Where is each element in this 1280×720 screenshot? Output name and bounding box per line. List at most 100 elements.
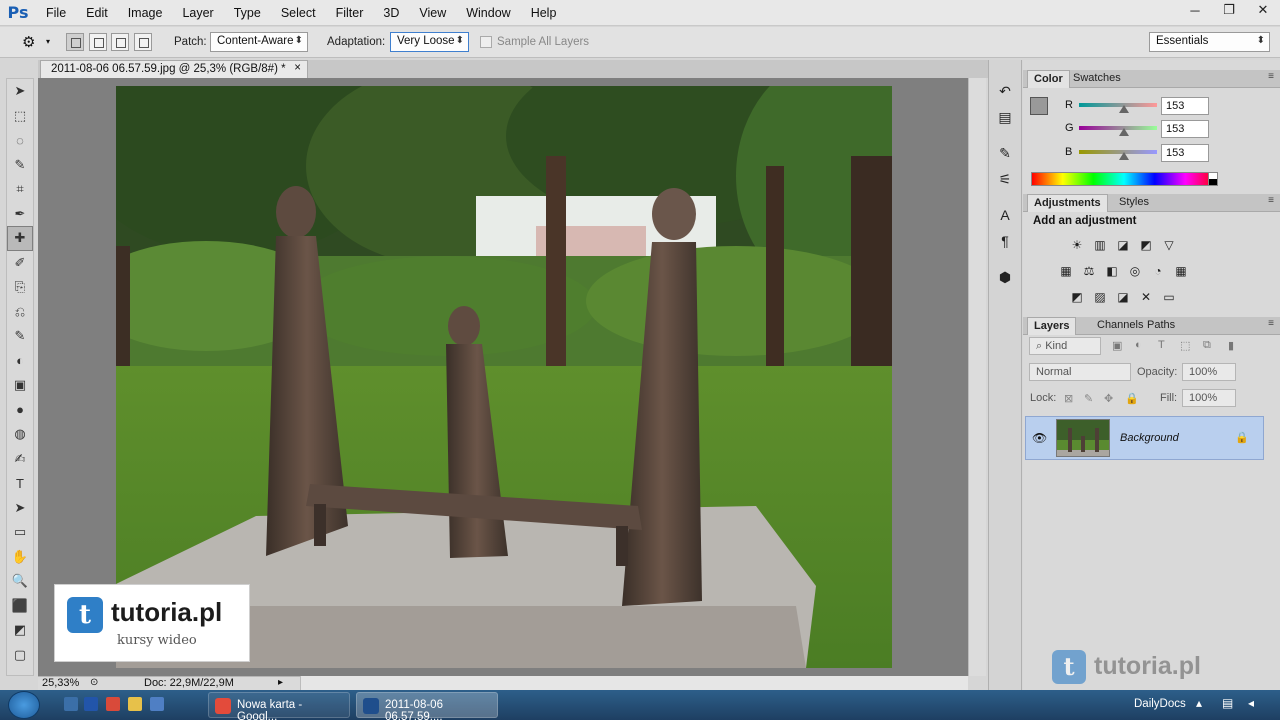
sample-all-layers-checkbox[interactable]: [480, 36, 492, 48]
clone-stamp-tool-icon[interactable]: ⎘: [7, 275, 33, 300]
close-tab-icon[interactable]: ×: [294, 62, 301, 74]
restore-button[interactable]: ❐: [1212, 0, 1246, 20]
zoom-level[interactable]: 25,33%: [42, 677, 79, 689]
menu-window[interactable]: Window: [456, 6, 520, 20]
slider-g-thumb[interactable]: [1119, 128, 1129, 136]
menu-view[interactable]: View: [409, 6, 456, 20]
menu-file[interactable]: File: [36, 6, 76, 20]
brush-panel-icon[interactable]: ✎: [989, 140, 1021, 166]
slider-r[interactable]: [1079, 103, 1157, 107]
filter-type-icon[interactable]: T: [1158, 339, 1165, 351]
slider-b-thumb[interactable]: [1119, 152, 1129, 160]
document-photo[interactable]: [116, 86, 892, 668]
value-b[interactable]: 153: [1161, 144, 1209, 162]
exposure-icon[interactable]: ◩: [1137, 237, 1155, 253]
tab-paths[interactable]: Paths: [1141, 317, 1181, 335]
type-tool-icon[interactable]: T: [7, 471, 33, 496]
filter-shape-icon[interactable]: ⬚: [1180, 339, 1190, 352]
tab-styles[interactable]: Styles: [1113, 194, 1155, 212]
menu-image[interactable]: Image: [118, 6, 173, 20]
menu-type[interactable]: Type: [224, 6, 271, 20]
panel-menu-icon[interactable]: ≡: [1268, 195, 1274, 206]
menu-edit[interactable]: Edit: [76, 6, 118, 20]
brush-presets-panel-icon[interactable]: ⚟: [989, 166, 1021, 192]
menu-filter[interactable]: Filter: [326, 6, 374, 20]
taskbar-chrome[interactable]: Nowa karta - Googl...: [208, 692, 350, 720]
blend-mode-select[interactable]: Normal: [1029, 363, 1131, 381]
filter-toggle-icon[interactable]: ▮: [1228, 339, 1234, 352]
photo-filter-icon[interactable]: ◎: [1126, 263, 1144, 279]
path-selection-tool-icon[interactable]: ➤: [7, 496, 33, 521]
menu-help[interactable]: Help: [521, 6, 567, 20]
pen-tool-icon[interactable]: ✍: [7, 447, 33, 472]
show-desktop-icon[interactable]: [64, 697, 78, 711]
patch-tool-icon[interactable]: ✚: [7, 226, 33, 251]
slider-b[interactable]: [1079, 150, 1157, 154]
quick-mask-icon[interactable]: ◩: [7, 618, 33, 643]
move-tool-icon[interactable]: ➤: [7, 79, 33, 104]
vertical-scrollbar[interactable]: [968, 78, 986, 676]
tray-network-icon[interactable]: ▤: [1222, 696, 1233, 710]
properties-panel-icon[interactable]: ▤: [989, 104, 1021, 130]
minimize-button[interactable]: ─: [1178, 0, 1212, 20]
gradient-tool-icon[interactable]: ◐: [7, 349, 33, 374]
layer-row-background[interactable]: 👁 Background 🔒: [1025, 416, 1264, 460]
close-button[interactable]: ✕: [1246, 0, 1280, 20]
invert-icon[interactable]: ◩: [1068, 289, 1086, 305]
posterize-icon[interactable]: ▨: [1091, 289, 1109, 305]
selective-color-icon[interactable]: ✕: [1137, 289, 1155, 305]
lock-position-icon[interactable]: ✥: [1104, 392, 1113, 405]
menu-layer[interactable]: Layer: [172, 6, 223, 20]
zoom-tool-icon[interactable]: 🔍: [7, 569, 33, 594]
ie-quicklaunch-icon[interactable]: [150, 697, 164, 711]
patch-mode-select[interactable]: Content-Aware: [210, 32, 308, 52]
paragraph-panel-icon[interactable]: ¶: [989, 228, 1021, 254]
curves-icon[interactable]: ◪: [1114, 237, 1132, 253]
value-r[interactable]: 153: [1161, 97, 1209, 115]
levels-icon[interactable]: ▥: [1091, 237, 1109, 253]
crop-tool-icon[interactable]: ⌗: [7, 177, 33, 202]
black-white-swatch[interactable]: [1208, 172, 1218, 186]
visibility-eye-icon[interactable]: 👁: [1032, 431, 1047, 445]
photoshop-quicklaunch-icon[interactable]: [84, 697, 98, 711]
screen-mode-icon[interactable]: ▢: [7, 643, 33, 668]
history-brush-tool-icon[interactable]: ⎌: [7, 300, 33, 325]
foreground-background-color-icon[interactable]: ⬛: [7, 594, 33, 619]
panel-menu-icon[interactable]: ≡: [1268, 71, 1274, 82]
quick-selection-tool-icon[interactable]: ✎: [7, 153, 33, 178]
menu-select[interactable]: Select: [271, 6, 326, 20]
document-tab[interactable]: 2011-08-06 06.57.59.jpg @ 25,3% (RGB/8#)…: [40, 60, 308, 78]
tab-swatches[interactable]: Swatches: [1067, 70, 1127, 88]
brush-tool-icon[interactable]: ✐: [7, 251, 33, 276]
slider-r-thumb[interactable]: [1119, 105, 1129, 113]
slider-g[interactable]: [1079, 126, 1157, 130]
adaptation-select[interactable]: Very Loose: [390, 32, 469, 52]
channel-mixer-icon[interactable]: ◔: [1149, 263, 1167, 279]
tab-color[interactable]: Color: [1027, 70, 1070, 88]
lock-all-icon[interactable]: 🔒: [1125, 392, 1139, 405]
brightness-contrast-icon[interactable]: ☀: [1068, 237, 1086, 253]
explorer-quicklaunch-icon[interactable]: [128, 697, 142, 711]
blur-tool-icon[interactable]: ▣: [7, 373, 33, 398]
character-panel-icon[interactable]: A: [989, 202, 1021, 228]
filter-adjustment-icon[interactable]: ◐: [1135, 339, 1142, 351]
status-options-icon[interactable]: ⊙: [90, 677, 98, 688]
add-selection-mode-button[interactable]: [89, 33, 107, 51]
layer-kind-filter[interactable]: ⌕ Kind: [1029, 337, 1101, 355]
hand-tool-icon[interactable]: ✋: [7, 545, 33, 570]
color-lookup-icon[interactable]: ▦: [1172, 263, 1190, 279]
status-menu-icon[interactable]: ▸: [278, 677, 283, 688]
history-panel-icon[interactable]: ↶: [989, 78, 1021, 104]
eyedropper-tool-icon[interactable]: ✒: [7, 202, 33, 227]
tab-layers[interactable]: Layers: [1027, 317, 1077, 335]
opacity-input[interactable]: 100%: [1182, 363, 1236, 381]
chrome-quicklaunch-icon[interactable]: [106, 697, 120, 711]
intersect-selection-mode-button[interactable]: [134, 33, 152, 51]
fill-input[interactable]: 100%: [1182, 389, 1236, 407]
menu-3d[interactable]: 3D: [373, 6, 409, 20]
value-g[interactable]: 153: [1161, 120, 1209, 138]
tray-expand-icon[interactable]: ▴: [1196, 696, 1202, 710]
new-selection-mode-button[interactable]: [66, 33, 84, 51]
rectangle-tool-icon[interactable]: ▭: [7, 520, 33, 545]
patch-tool-icon[interactable]: ⚙: [22, 33, 35, 51]
